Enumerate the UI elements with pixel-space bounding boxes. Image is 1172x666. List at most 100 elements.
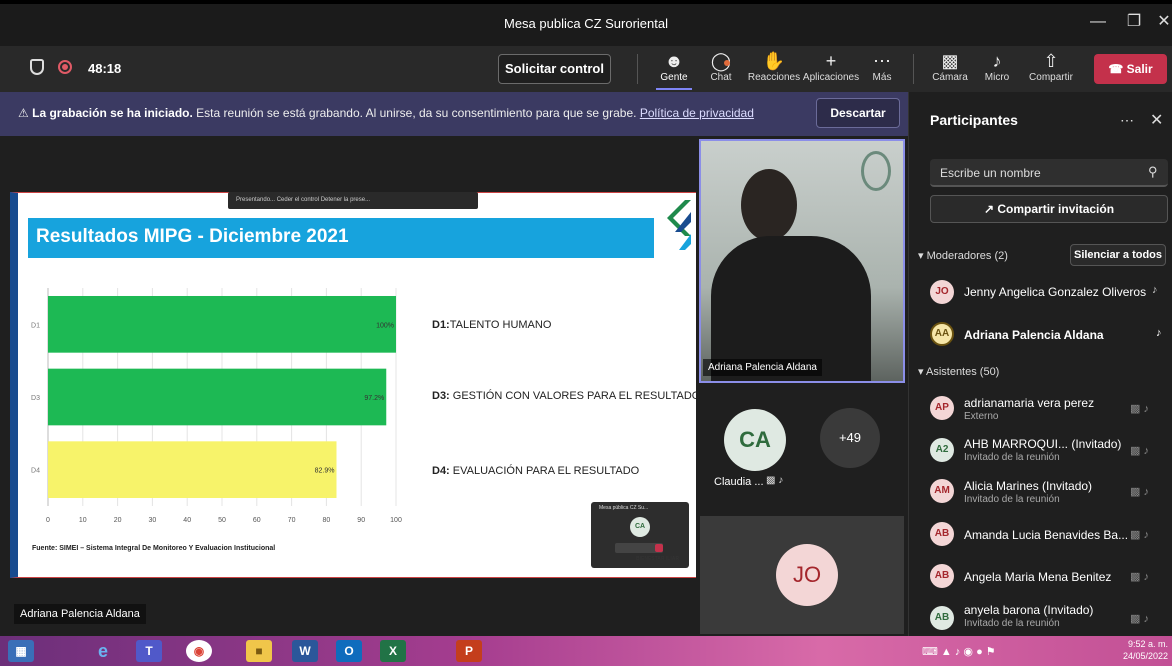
value-label: 82.9%	[315, 468, 335, 475]
bar-d1	[48, 295, 396, 353]
avatar: AB	[930, 564, 954, 588]
request-control-button[interactable]: Solicitar control	[498, 54, 611, 84]
more-icon[interactable]: ⋯	[1120, 112, 1134, 129]
mini-caption: BIENESTAR ILIAR	[636, 556, 679, 562]
shield-icon	[30, 59, 44, 75]
mini-leave-icon[interactable]	[655, 544, 663, 552]
camera-button[interactable]: ▩ Cámara	[932, 50, 968, 90]
outlook-icon[interactable]: O	[336, 640, 362, 662]
mini-avatar: CA	[630, 517, 650, 537]
close-icon[interactable]: ✕	[1154, 12, 1172, 32]
teams-icon[interactable]: T	[136, 640, 162, 662]
mute-all-button[interactable]: Silenciar a todos	[1070, 244, 1166, 266]
excel-icon[interactable]: X	[380, 640, 406, 662]
banner-bold: La grabación se ha iniciado.	[32, 106, 193, 120]
divider	[637, 54, 638, 84]
participant-name[interactable]: anyela barona (Invitado)	[964, 603, 1093, 617]
search-icon[interactable]: ⚲	[1148, 164, 1158, 180]
search-placeholder: Escribe un nombre	[940, 166, 1041, 180]
meeting-toolbar: 48:18 Solicitar control ☻ Gente ◯ Chat ✋…	[0, 46, 1172, 92]
taskbar-clock[interactable]: 9:52 a. m. 24/05/2022	[1112, 638, 1168, 662]
mic-button[interactable]: ♪ Micro	[982, 50, 1012, 90]
avatar: AP	[930, 396, 954, 420]
presenter-toolbar[interactable]: Presentando... Ceder el control Detener …	[228, 192, 478, 209]
participant-name[interactable]: Alicia Marines (Invitado)	[964, 479, 1092, 493]
x-tick-label: 80	[323, 517, 331, 524]
more-participants[interactable]: +49	[820, 408, 880, 468]
mic-off-icon: ♪	[992, 51, 1002, 71]
legend-d3: D3: GESTIÓN CON VALORES PARA EL RESULTAD…	[432, 390, 701, 402]
recording-banner: ⚠ La grabación se ha iniciado. Esta reun…	[0, 92, 908, 136]
x-tick-label: 30	[149, 517, 157, 524]
more-icon: ⋯	[873, 51, 891, 71]
moderators-heading[interactable]: ▾ Moderadores (2)	[918, 249, 1008, 262]
plus-icon: +	[825, 51, 837, 71]
banner-text: ⚠ La grabación se ha iniciado. Esta reun…	[18, 106, 754, 120]
participant-name[interactable]: adrianamaria vera perez	[964, 396, 1094, 410]
share-invite-icon: ↗	[983, 202, 995, 216]
more-button[interactable]: ⋯ Más	[868, 50, 896, 90]
attendees-heading[interactable]: ▾ Asistentes (50)	[918, 365, 999, 378]
apps-button[interactable]: + Aplicaciones	[802, 50, 860, 90]
value-label: 100%	[376, 322, 394, 329]
apps-label: Aplicaciones	[802, 72, 860, 83]
share-invite-button[interactable]: ↗ Compartir invitación	[930, 195, 1168, 223]
reactions-label: Reacciones	[747, 72, 801, 83]
slide-title: Resultados MIPG - Diciembre 2021	[36, 226, 349, 247]
avatar: AA	[930, 322, 954, 346]
people-icon: ☻	[664, 51, 684, 71]
participant-name[interactable]: Amanda Lucia Benavides Ba...	[964, 528, 1128, 542]
participant-tile[interactable]: JO	[700, 516, 904, 634]
chat-icon: ◯	[710, 51, 732, 71]
reactions-button[interactable]: ✋ Reacciones	[746, 50, 802, 90]
system-tray-icons[interactable]: ⌨ ▲ ♪ ◉ ● ⚑	[922, 645, 996, 658]
share-label: Compartir	[1029, 72, 1073, 83]
person-head	[741, 169, 797, 241]
minimize-icon[interactable]: —	[1088, 12, 1108, 32]
word-icon[interactable]: W	[292, 640, 318, 662]
legend-d4: D4: EVALUACIÓN PARA EL RESULTADO	[432, 465, 640, 477]
dismiss-button[interactable]: Descartar	[816, 98, 900, 128]
chat-button[interactable]: ◯ Chat	[704, 50, 738, 90]
participant-tile[interactable]: CA +49 Claudia ... ▩ ♪	[700, 390, 904, 504]
value-label: 97.2%	[364, 395, 384, 402]
leave-button[interactable]: ☎ Salir	[1094, 54, 1167, 84]
participant-name[interactable]: Adriana Palencia Aldana	[964, 328, 1104, 342]
warning-icon: ⚠	[18, 106, 29, 120]
camera-mic-off-icon: ▩ ♪	[1130, 445, 1149, 457]
bar-d3	[48, 368, 387, 426]
maximize-icon[interactable]: ❐	[1124, 12, 1144, 32]
camera-mic-off-icon: ▩ ♪	[1130, 529, 1149, 541]
powerpoint-icon[interactable]: P	[456, 640, 482, 662]
chat-badge	[724, 60, 730, 66]
leave-label: Salir	[1126, 62, 1153, 76]
edge-icon[interactable]: e	[90, 640, 116, 662]
chart-source: Fuente: SIMEI – Sistema Integral De Moni…	[32, 545, 276, 552]
avatar: JO	[930, 280, 954, 304]
camera-off-icon: ▩	[941, 51, 959, 71]
camera-mic-off-icon: ▩ ♪	[1130, 486, 1149, 498]
people-label: Gente	[660, 72, 688, 83]
presenter-name: Adriana Palencia Aldana	[14, 604, 146, 624]
participant-name[interactable]: AHB MARROQUI... (Invitado)	[964, 437, 1121, 451]
close-panel-icon[interactable]: ✕	[1150, 110, 1163, 130]
participant-name[interactable]: Jenny Angelica Gonzalez Oliveros	[964, 285, 1146, 299]
privacy-link[interactable]: Política de privacidad	[640, 106, 754, 120]
more-label: Más	[872, 72, 892, 83]
mic-muted-icon: ♪	[1152, 284, 1158, 296]
camera-mic-off-icon: ▩ ♪	[1130, 571, 1149, 583]
share-button[interactable]: ⇧ Compartir	[1025, 50, 1077, 90]
mic-label: Micro	[984, 72, 1010, 83]
chrome-icon[interactable]: ◉	[186, 640, 212, 662]
start-icon[interactable]: ▦	[8, 640, 34, 662]
main-video-tile[interactable]	[699, 139, 905, 383]
people-button[interactable]: ☻ Gente	[656, 50, 692, 90]
window-title: Mesa publica CZ Suroriental	[503, 16, 669, 31]
x-tick-label: 50	[218, 517, 226, 524]
folder-icon[interactable]: ■	[246, 640, 272, 662]
mini-window-title: Mesa pública CZ Su...	[599, 505, 649, 511]
taskbar	[0, 636, 1172, 666]
x-tick-label: 10	[79, 517, 87, 524]
participant-role: Externo	[964, 411, 999, 422]
participant-name[interactable]: Angela Maria Mena Benitez	[964, 570, 1111, 584]
